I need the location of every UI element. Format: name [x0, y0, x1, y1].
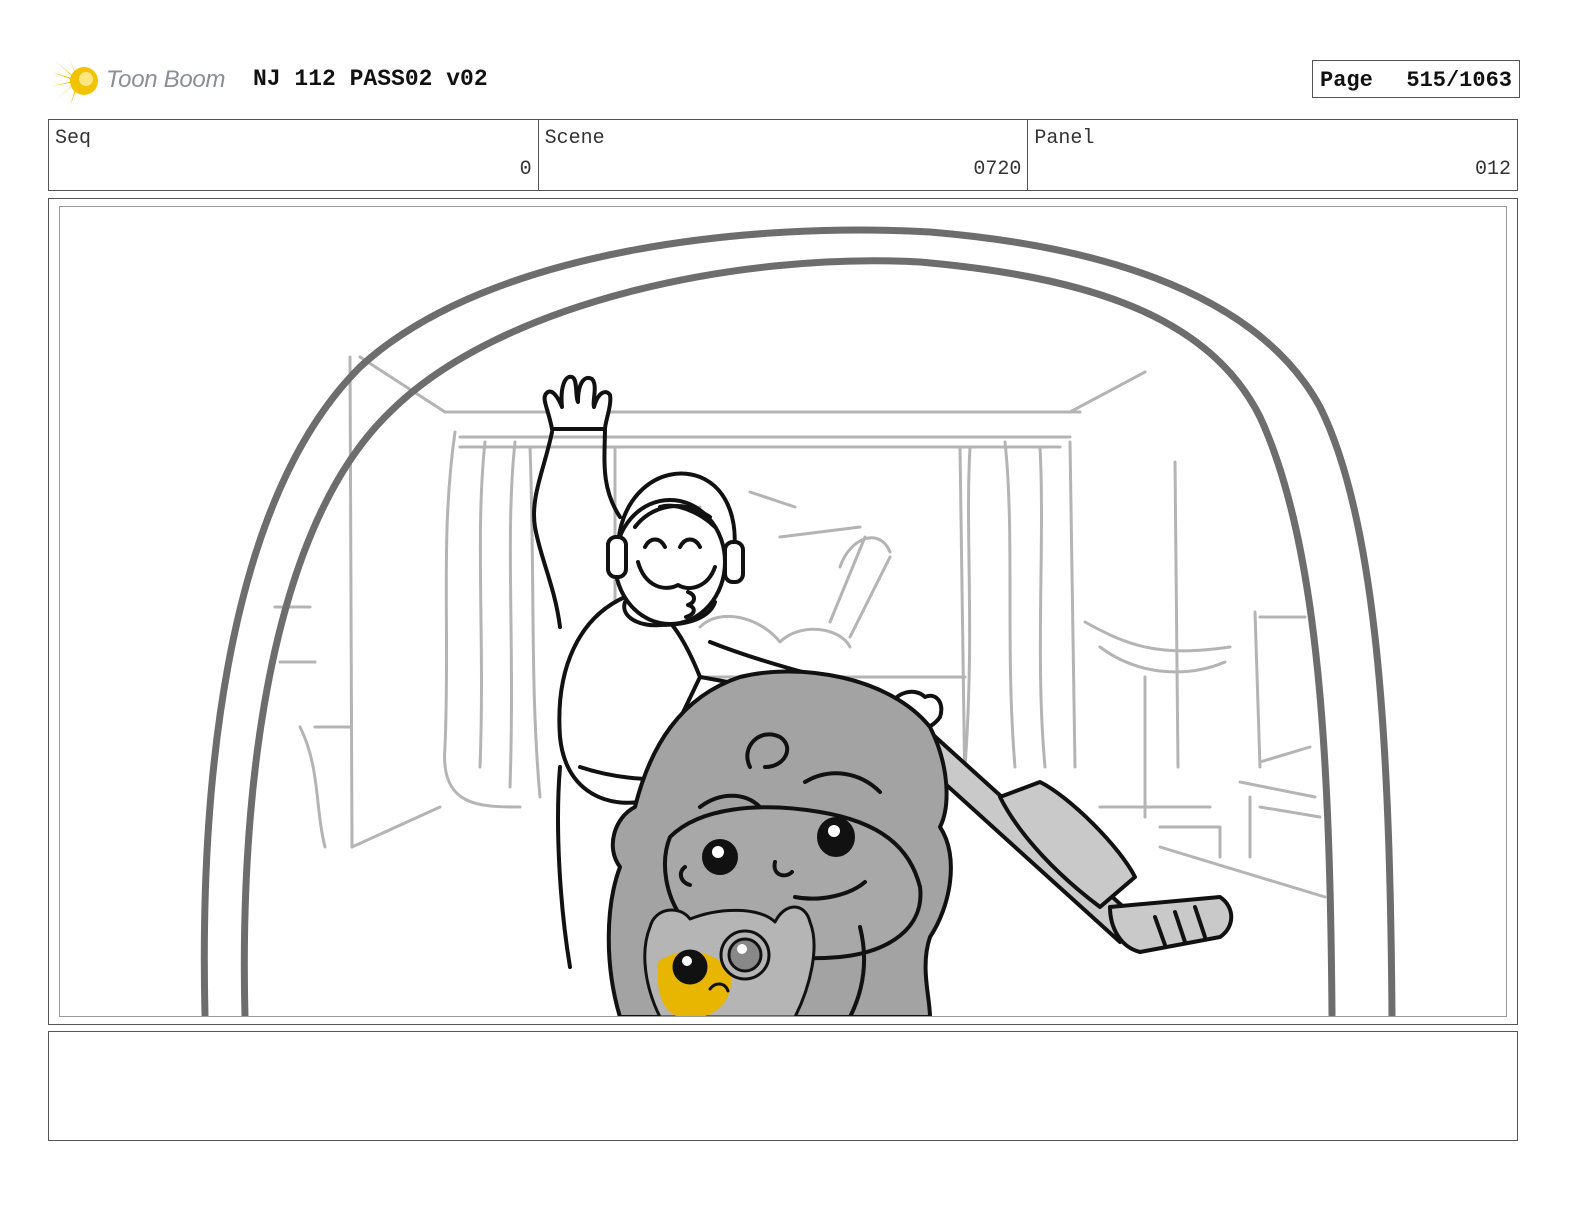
seq-cell: Seq 0: [49, 120, 539, 190]
panel-value: 012: [1475, 158, 1512, 181]
page-indicator: Page 515/1063: [1312, 60, 1520, 98]
panel-cell: Panel 012: [1028, 120, 1517, 190]
storyboard-sketch: [200, 226, 1396, 1016]
page-label: Page: [1320, 68, 1373, 93]
storyboard-panel-frame: [48, 198, 1518, 1025]
scene-value: 0720: [973, 158, 1022, 181]
panel-label: Panel: [1034, 127, 1095, 150]
starburst-icon: [52, 56, 98, 106]
scene-label: Scene: [544, 127, 605, 150]
shot-info-row: Seq 0 Scene 0720 Panel 012: [48, 119, 1518, 191]
panel-caption-box: [48, 1031, 1518, 1141]
seq-label: Seq: [55, 127, 92, 150]
page-number: 515/1063: [1406, 68, 1512, 93]
logo-wordmark: Toon Boom: [106, 66, 226, 93]
lemur-toy-sketch: [643, 905, 816, 1016]
storyboard-header: Toon Boom NJ 112 PASS02 v02 Page 515/106…: [48, 48, 1520, 112]
scene-cell: Scene 0720: [539, 120, 1029, 190]
toon-boom-logo: Toon Boom: [50, 52, 240, 108]
seq-value: 0: [519, 158, 532, 181]
document-title: NJ 112 PASS02 v02: [253, 66, 488, 92]
panel-drawing-area: [59, 206, 1507, 1017]
